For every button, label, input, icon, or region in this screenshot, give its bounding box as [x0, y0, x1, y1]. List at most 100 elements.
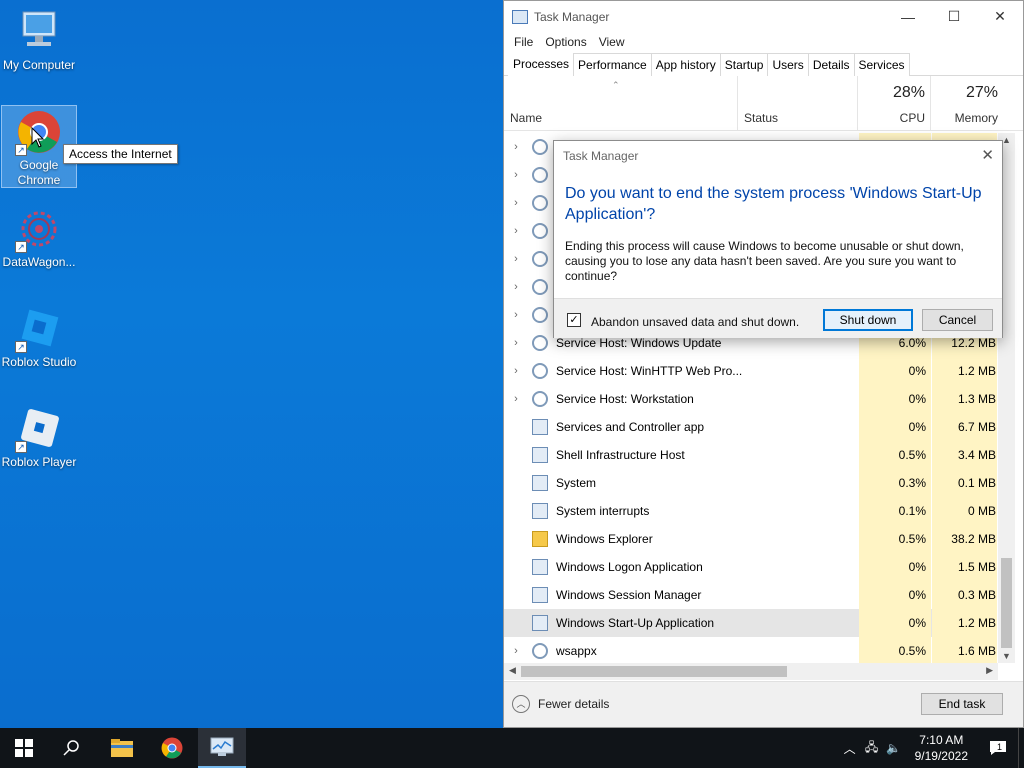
process-row[interactable]: Services and Controller app 0% 6.7 MB — [504, 413, 997, 441]
process-memory: 0 MB — [932, 497, 997, 525]
gear-icon — [532, 363, 548, 379]
desktop-icon-roblox-studio[interactable]: ↗ Roblox Studio — [1, 305, 77, 370]
column-memory[interactable]: Memory — [932, 111, 998, 125]
tooltip: Access the Internet — [63, 144, 178, 164]
chevron-up-icon[interactable]: ︿ — [839, 740, 861, 757]
mouse-cursor-icon — [31, 126, 45, 152]
abandon-data-checkbox[interactable]: ✓ — [567, 313, 581, 327]
menu-file[interactable]: File — [508, 35, 539, 49]
gear-icon — [532, 195, 548, 211]
scroll-thumb[interactable] — [1001, 558, 1012, 648]
expand-chevron-icon[interactable]: › — [505, 253, 527, 265]
process-row[interactable]: › Service Host: Workstation 0% 1.3 MB — [504, 385, 997, 413]
tab-startup[interactable]: Startup — [719, 53, 769, 76]
minimize-button[interactable]: — — [885, 1, 931, 32]
tab-users[interactable]: Users — [767, 53, 809, 76]
horizontal-scrollbar[interactable]: ◀ ▶ — [504, 663, 998, 680]
scroll-right-icon[interactable]: ▶ — [986, 665, 993, 676]
gear-icon — [532, 223, 548, 239]
process-name: wsappx — [556, 644, 597, 658]
process-memory: 1.5 MB — [932, 553, 997, 581]
desktop-icon-roblox-player[interactable]: ↗ Roblox Player — [1, 405, 77, 470]
column-cpu[interactable]: CPU — [859, 111, 925, 125]
process-row[interactable]: Shell Infrastructure Host 0.5% 3.4 MB — [504, 441, 997, 469]
clock-time: 7:10 AM — [919, 733, 964, 747]
process-memory: 1.2 MB — [932, 609, 997, 637]
process-cpu: 0.3% — [859, 469, 931, 497]
gear-icon — [532, 307, 548, 323]
expand-chevron-icon[interactable]: › — [505, 197, 527, 209]
gear-icon — [532, 167, 548, 183]
process-row[interactable]: Windows Start-Up Application 0% 1.2 MB — [504, 609, 997, 637]
process-row[interactable]: Windows Session Manager 0% 0.3 MB — [504, 581, 997, 609]
process-name: Windows Start-Up Application — [556, 616, 715, 630]
expand-chevron-icon[interactable]: › — [505, 225, 527, 237]
cpu-total: 28% — [892, 84, 925, 101]
process-row[interactable]: System interrupts 0.1% 0 MB — [504, 497, 997, 525]
scroll-thumb[interactable] — [521, 666, 787, 677]
end-task-button[interactable]: End task — [921, 693, 1003, 715]
search-button[interactable] — [48, 728, 96, 768]
clock-date: 9/19/2022 — [914, 749, 968, 763]
scroll-left-icon[interactable]: ◀ — [509, 665, 516, 676]
tab-processes[interactable]: Processes — [508, 52, 575, 76]
column-status[interactable]: Status — [744, 111, 778, 125]
process-memory: 3.4 MB — [932, 441, 997, 469]
process-row[interactable]: › Service Host: WinHTTP Web Pro... 0% 1.2 M… — [504, 357, 997, 385]
column-header: ⌃ Name Status 28% CPU 27% Memory — [504, 76, 1023, 131]
process-row[interactable]: › wsappx 0.5% 1.6 MB — [504, 637, 997, 663]
expand-chevron-icon[interactable]: › — [505, 365, 527, 377]
tab-performance[interactable]: Performance — [573, 53, 652, 76]
computer-icon — [15, 8, 63, 56]
column-name[interactable]: Name — [510, 111, 542, 125]
process-row[interactable]: Windows Logon Application 0% 1.5 MB — [504, 553, 997, 581]
process-cpu: 0% — [859, 385, 931, 413]
process-name: System — [556, 476, 597, 490]
clock[interactable]: 7:10 AM 9/19/2022 — [905, 732, 978, 764]
fewer-details-button[interactable]: ︿ Fewer details — [512, 695, 609, 713]
process-cpu: 0.5% — [859, 441, 931, 469]
checkbox-label[interactable]: Abandon unsaved data and shut down. — [591, 315, 799, 329]
desktop-icon-datawagon[interactable]: ↗ DataWagon... — [1, 205, 77, 270]
taskbar-task-manager[interactable] — [198, 728, 246, 768]
start-button[interactable] — [0, 728, 48, 768]
expand-chevron-icon[interactable]: › — [505, 169, 527, 181]
expand-chevron-icon[interactable]: › — [505, 309, 527, 321]
taskbar-chrome[interactable] — [148, 728, 196, 768]
memory-total: 27% — [965, 84, 998, 101]
chevron-up-icon: ︿ — [512, 695, 530, 713]
expand-chevron-icon[interactable]: › — [505, 337, 527, 349]
dialog-close-button[interactable]: ✕ — [981, 146, 994, 164]
cancel-button[interactable]: Cancel — [922, 309, 993, 331]
volume-icon[interactable]: 🔈 — [883, 741, 905, 755]
process-row[interactable]: Windows Explorer 0.5% 38.2 MB — [504, 525, 997, 553]
tab-services[interactable]: Services — [853, 53, 910, 76]
menu-view[interactable]: View — [593, 35, 631, 49]
app-window-icon — [532, 559, 548, 575]
expand-chevron-icon[interactable]: › — [505, 393, 527, 405]
maximize-button[interactable]: ☐ — [931, 1, 977, 32]
dialog-title: Task Manager — [563, 149, 639, 163]
menu-options[interactable]: Options — [539, 35, 592, 49]
taskbar-file-explorer[interactable] — [98, 728, 146, 768]
process-name: Shell Infrastructure Host — [556, 448, 685, 462]
shut-down-button[interactable]: Shut down — [823, 309, 913, 331]
shortcut-arrow-icon: ↗ — [15, 144, 27, 156]
task-manager-icon — [210, 737, 234, 756]
tab-app-history[interactable]: App history — [650, 53, 721, 76]
process-row[interactable]: System 0.3% 0.1 MB — [504, 469, 997, 497]
network-icon[interactable]: 🖧 — [861, 738, 883, 759]
process-name: Service Host: Windows Update — [556, 336, 722, 350]
show-desktop-button[interactable] — [1018, 728, 1024, 768]
desktop-icon-my-computer[interactable]: My Computer — [1, 8, 77, 73]
process-name: System interrupts — [556, 504, 650, 518]
process-memory: 38.2 MB — [932, 525, 997, 553]
process-name: Windows Session Manager — [556, 588, 702, 602]
scroll-down-icon[interactable]: ▼ — [998, 651, 1015, 661]
notification-button[interactable]: 1 — [978, 728, 1018, 768]
tab-details[interactable]: Details — [807, 53, 855, 76]
expand-chevron-icon[interactable]: › — [505, 141, 527, 153]
expand-chevron-icon[interactable]: › — [505, 281, 527, 293]
close-button[interactable]: ✕ — [977, 1, 1023, 32]
expand-chevron-icon[interactable]: › — [505, 645, 527, 657]
